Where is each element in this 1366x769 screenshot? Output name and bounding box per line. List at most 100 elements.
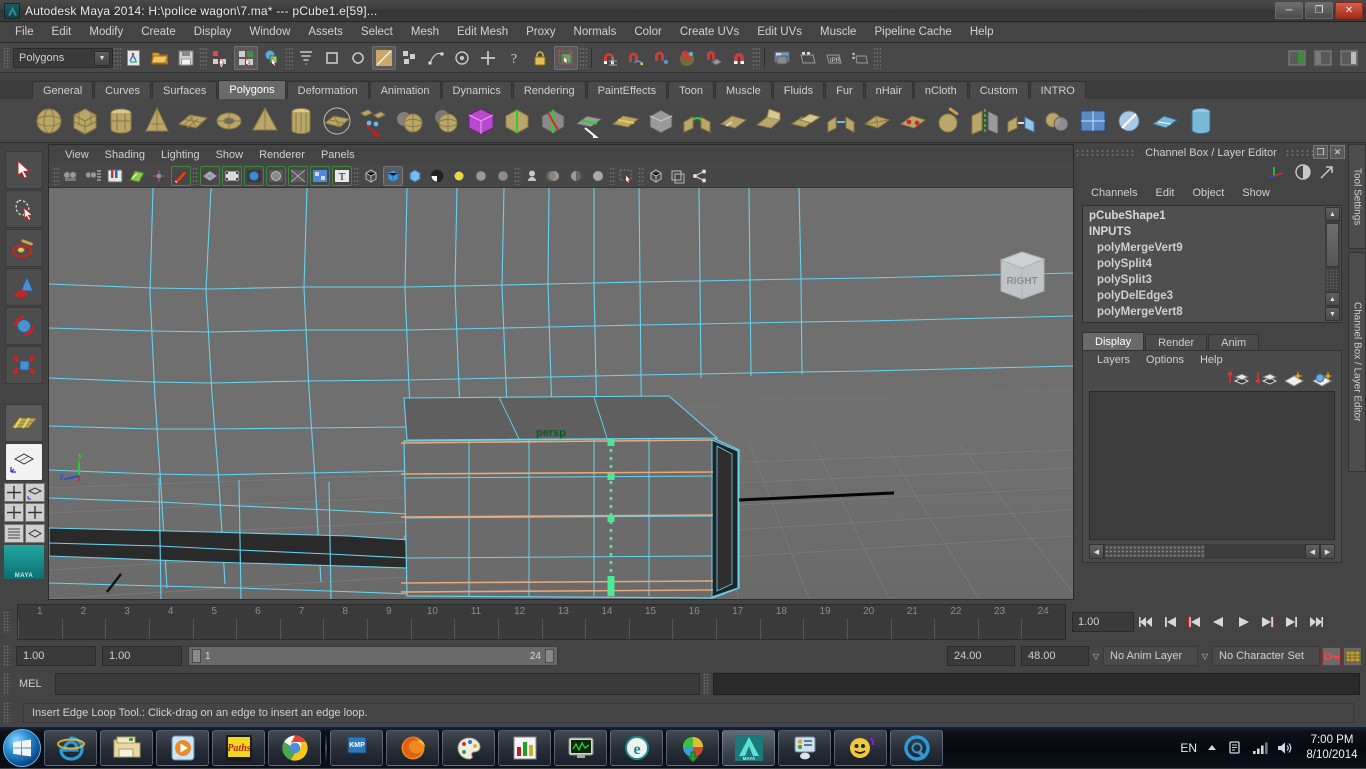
layer-scroll-left-icon[interactable]: ◀ [1089,544,1104,559]
step-back-key-icon[interactable] [1184,611,1206,633]
channel-input-row[interactable]: polySplit4 [1083,256,1341,272]
animation-preferences-icon[interactable] [1343,646,1362,666]
range-end-handle[interactable] [545,649,554,663]
google-chrome-icon[interactable] [268,729,321,766]
channel-display-icon[interactable] [1294,163,1312,181]
outliner-persp-layout[interactable] [25,483,45,502]
new-scene-icon[interactable] [122,46,146,70]
action-center-icon[interactable] [1227,740,1243,756]
tab-tool-settings[interactable]: Tool Settings [1348,144,1366,249]
depth-of-field-icon[interactable] [566,166,586,186]
wireframe-icon[interactable] [361,166,381,186]
autodesk-maya-icon[interactable]: MAYA [722,729,775,766]
cb-menu-edit[interactable]: Edit [1146,187,1183,199]
scroll-up-icon-2[interactable]: ▲ [1325,292,1340,306]
time-slider[interactable]: 1 2 3 4 5 6 7 8 9 10 11 12 13 14 15 16 17 18 19 20 21 22 23 24 [17,604,1066,640]
texture-icon[interactable] [310,165,330,186]
snap-to-curve-icon[interactable] [623,46,647,70]
last-tool-used[interactable] [5,404,43,442]
paint-select-tool[interactable] [5,229,43,267]
channelbox-list[interactable]: pCubeShape1 INPUTS polyMergeVert9 polySplit… [1082,205,1342,323]
share-icon[interactable] [690,166,710,186]
command-input[interactable] [55,673,700,695]
cb-menu-object[interactable]: Object [1183,187,1233,199]
layer-scroll-track[interactable] [1205,544,1305,559]
render-settings-icon[interactable] [848,46,872,70]
paths-game-icon[interactable]: Paths [212,729,265,766]
poly-plane-icon[interactable] [176,104,210,138]
camera-attributes-icon[interactable] [83,166,103,186]
range-start-handle[interactable] [192,649,201,663]
menu-color[interactable]: Color [625,24,670,40]
quicktime-icon[interactable] [890,729,943,766]
menu-normals[interactable]: Normals [565,24,626,40]
step-forward-key-icon[interactable] [1256,611,1278,633]
layer-scroll-right-icon[interactable]: ▶ [1320,544,1335,559]
shelf-tab-general[interactable]: General [32,81,94,99]
shelf-tab-fluids[interactable]: Fluids [772,81,825,99]
internet-explorer-icon[interactable] [44,729,97,766]
step-forward-frame-icon[interactable] [1280,611,1302,633]
rangeslider-grip[interactable] [3,645,10,667]
new-layer-from-selected-icon[interactable] [1311,369,1333,387]
poly-pipe-icon[interactable] [284,104,318,138]
snap-to-grid-icon[interactable] [597,46,621,70]
menu-edit-mesh[interactable]: Edit Mesh [448,24,517,40]
download-manager-icon[interactable] [666,729,719,766]
panel-undock-button[interactable]: ❐ [1313,145,1328,159]
marquee-select-icon[interactable] [554,45,578,70]
character-set-field[interactable]: No Character Set [1212,646,1320,666]
duplicate-face-icon[interactable] [788,104,822,138]
vp-menu-shading[interactable]: Shading [97,148,153,162]
panel-grip-left[interactable] [1075,148,1138,157]
menu-select[interactable]: Select [352,24,402,40]
bevel-icon[interactable] [644,104,678,138]
range-bar[interactable]: 1 24 [188,646,558,666]
shelf-tab-animation[interactable]: Animation [369,81,441,99]
vp-menu-view[interactable]: View [57,148,97,162]
layer-scroll-left-icon-2[interactable]: ◀ [1305,544,1320,559]
layer-menu-options[interactable]: Options [1138,354,1192,366]
view-cube[interactable]: RIGHT [993,246,1051,304]
helpline-grip[interactable] [3,702,10,724]
menu-mesh[interactable]: Mesh [402,24,448,40]
taskbar-clock[interactable]: 7:00 PM 8/10/2014 [1302,733,1362,763]
layer-up-icon[interactable] [1227,369,1249,387]
select-component-icon[interactable] [260,46,284,70]
poke-face-icon[interactable] [860,104,894,138]
layer-menu-help[interactable]: Help [1192,354,1231,366]
vp-menu-lighting[interactable]: Lighting [153,148,208,162]
auto-key-icon[interactable] [1322,646,1341,666]
snap-to-point-icon[interactable] [649,46,673,70]
poly-cone-icon[interactable] [140,104,174,138]
menu-file[interactable]: File [6,24,43,40]
magnet-icon[interactable] [727,46,751,70]
windows-start-orb[interactable] [3,728,41,767]
poly-sphere-icon[interactable] [32,104,66,138]
channel-input-row[interactable]: polyDelEdge3 [1083,288,1341,304]
range-start-field[interactable]: 1.00 [102,646,182,666]
connect-components-icon[interactable] [824,104,858,138]
select-mask-icon[interactable] [372,45,396,70]
scrollbar-track[interactable] [1326,269,1339,291]
boolean-icon[interactable] [1040,104,1074,138]
menu-modify[interactable]: Modify [80,24,132,40]
planar-mapping-icon[interactable] [1148,104,1182,138]
e-app-icon[interactable]: e [610,729,663,766]
poly-prism-icon[interactable] [320,104,354,138]
booleans-difference-icon[interactable] [464,104,498,138]
anim-end-field[interactable]: 48.00 [1021,646,1089,666]
booleans-union-icon[interactable] [428,104,462,138]
poly-torus-icon[interactable] [212,104,246,138]
bookmark-icon[interactable] [105,166,125,186]
minimize-button[interactable]: ─ [1275,2,1303,19]
network-icon[interactable] [1252,741,1268,755]
image-plane-icon[interactable] [127,166,147,186]
lock-icon[interactable] [528,46,552,70]
menu-assets[interactable]: Assets [299,24,352,40]
combine-icon[interactable] [392,104,426,138]
menu-display[interactable]: Display [185,24,241,40]
pivot-point-icon[interactable] [450,46,474,70]
vp-menu-show[interactable]: Show [208,148,252,162]
save-scene-icon[interactable] [174,46,198,70]
